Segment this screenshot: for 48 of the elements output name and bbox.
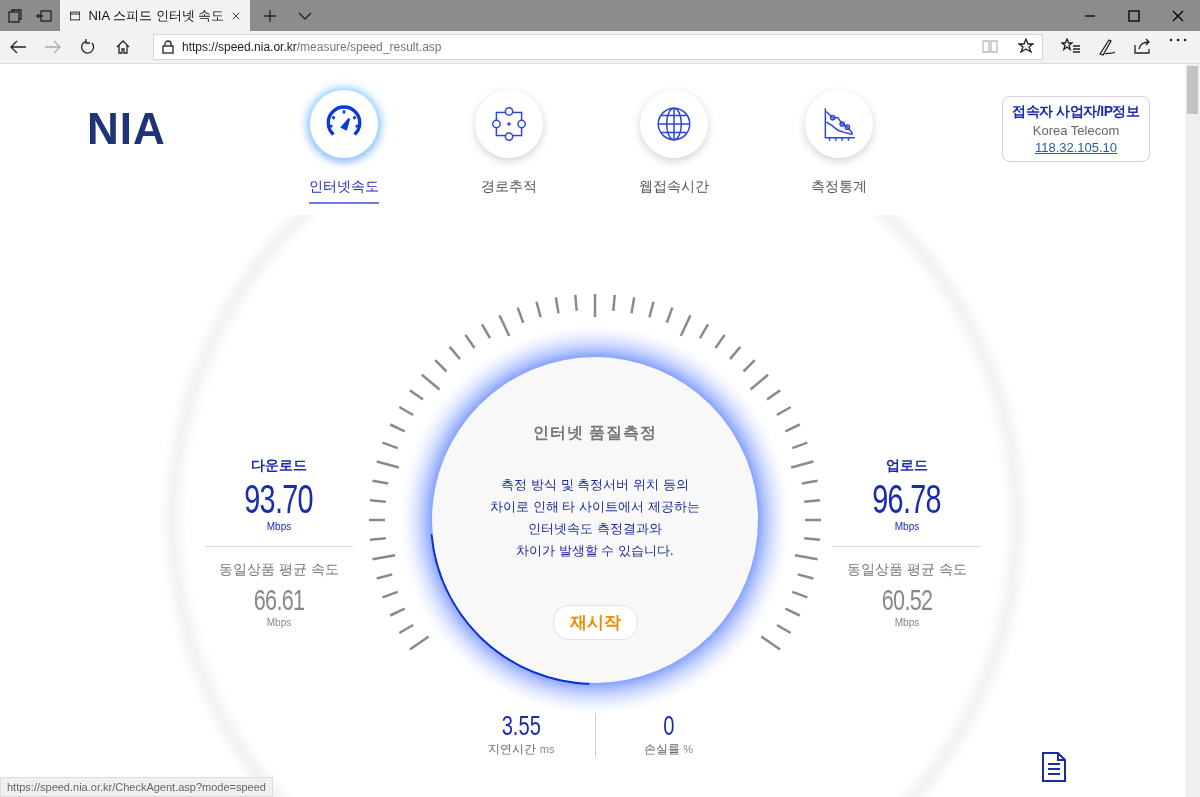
logo[interactable]: NIA xyxy=(87,104,217,154)
share-icon[interactable] xyxy=(1133,38,1153,54)
download-label: 다운로드 xyxy=(251,457,307,475)
metric-label: 손실률 % xyxy=(643,741,694,758)
ip-link[interactable]: 118.32.105.10 xyxy=(1034,140,1118,155)
maximize-icon[interactable] xyxy=(1128,9,1140,22)
lock-icon xyxy=(162,40,174,54)
address-field[interactable]: https://speed.nia.or.kr/measure/speed_result.asp xyxy=(153,34,1043,60)
tab-set-icon[interactable] xyxy=(7,8,22,23)
favorites-icon[interactable] xyxy=(1061,38,1081,54)
home-icon[interactable] xyxy=(114,39,131,55)
gauge-title: 인터넷 품질측정 xyxy=(532,423,658,443)
metric-value: 0 xyxy=(662,711,675,741)
isp-title: 접속자 사업자/IP정보 xyxy=(1012,103,1140,121)
upload-speed: 96.78 xyxy=(872,477,942,521)
document-icon[interactable] xyxy=(1041,752,1067,782)
star-icon[interactable] xyxy=(1018,37,1034,54)
nav-tab[interactable]: 경로추적 xyxy=(481,178,537,204)
more-icon[interactable] xyxy=(1169,38,1187,42)
browser-tab[interactable]: NIA 스피드 인터넷 속도 xyxy=(60,0,250,31)
speed-unit: Mbps xyxy=(894,521,920,532)
speed-unit: Mbps xyxy=(266,617,292,628)
page-icon xyxy=(70,8,81,23)
average-speed: 66.61 xyxy=(253,583,305,617)
nav-tab[interactable]: 인터넷속도 xyxy=(309,178,379,204)
nav-tab[interactable]: 웹접속시간 xyxy=(639,178,709,204)
upload-label: 업로드 xyxy=(886,457,928,475)
status-url: https://speed.nia.or.kr/CheckAgent.asp?mode=speed xyxy=(0,777,273,797)
metric-value: 3.55 xyxy=(501,711,542,741)
close-icon[interactable] xyxy=(232,9,240,22)
chevron-icon[interactable] xyxy=(297,10,312,21)
nav-tab[interactable]: 측정통계 xyxy=(811,178,867,204)
average-speed-label: 동일상품 평균 속도 xyxy=(847,561,967,579)
close-icon[interactable] xyxy=(1172,9,1184,22)
average-speed: 60.52 xyxy=(881,583,933,617)
new-tab-icon[interactable] xyxy=(263,8,277,23)
back-icon[interactable] xyxy=(8,40,27,54)
scrollbar[interactable] xyxy=(1185,64,1200,797)
notice-text: 측정 방식 및 측정서버 위치 등의 차이로 인해 타 사이트에서 제공하는 인터넷속도 측정결과와 차이가 발생할 수 있습니다. xyxy=(490,476,700,560)
download-speed: 93.70 xyxy=(244,477,314,521)
pen-icon[interactable] xyxy=(1097,38,1117,56)
average-speed-label: 동일상품 평균 속도 xyxy=(219,561,339,579)
metric-label: 지연시간 ms xyxy=(488,741,555,758)
speed-unit: Mbps xyxy=(266,521,292,532)
refresh-icon[interactable] xyxy=(79,39,96,55)
speed-unit: Mbps xyxy=(894,617,920,628)
provider-name: Korea Telecom xyxy=(1032,123,1120,138)
set-aside-icon[interactable] xyxy=(35,8,52,23)
